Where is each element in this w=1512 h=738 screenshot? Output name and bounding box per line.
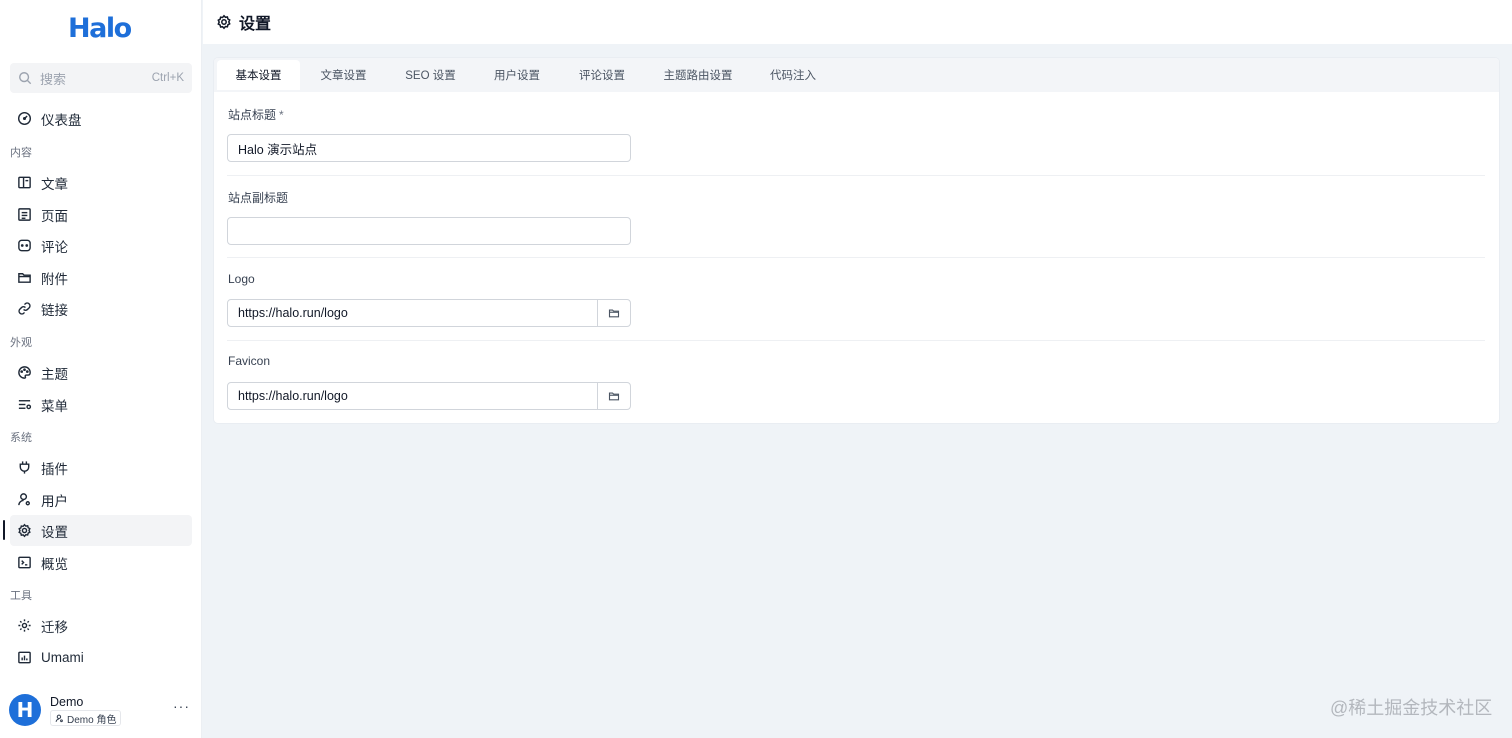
- sidebar-item-settings[interactable]: 设置: [10, 515, 192, 546]
- sidebar-item-plugins[interactable]: 插件: [10, 452, 192, 483]
- settings-tabs: 基本设置 文章设置 SEO 设置 用户设置 评论设置 主题路由设置 代码注入: [214, 58, 1499, 92]
- sidebar-item-themes[interactable]: 主题: [10, 357, 192, 388]
- sidebar-item-links[interactable]: 链接: [10, 293, 192, 324]
- divider: [227, 175, 1485, 176]
- sidebar-item-migration[interactable]: 迁移: [10, 610, 192, 641]
- terminal-icon: [17, 555, 32, 570]
- link-icon: [17, 301, 32, 316]
- folder-icon: [17, 270, 32, 285]
- active-indicator: [3, 520, 5, 540]
- logo-input[interactable]: https://halo.run/logo: [227, 299, 631, 327]
- chart-icon: [17, 650, 32, 665]
- user-role-icon: [55, 714, 63, 722]
- group-label-appearance: 外观: [10, 337, 32, 349]
- sidebar-item-pages[interactable]: 页面: [10, 199, 192, 230]
- search-box[interactable]: 搜索 Ctrl+K: [10, 63, 192, 93]
- page-header: 设置: [203, 0, 1512, 44]
- sidebar-item-menus[interactable]: 菜单: [10, 389, 192, 420]
- search-shortcut: Ctrl+K: [151, 72, 184, 84]
- gauge-icon: [17, 111, 32, 126]
- group-label-system: 系统: [10, 432, 32, 444]
- group-label-content: 内容: [10, 147, 32, 159]
- folder-icon: [608, 392, 620, 401]
- sidebar-item-overview[interactable]: 概览: [10, 547, 192, 578]
- search-icon: [19, 72, 32, 85]
- halo-logo[interactable]: Halo: [68, 10, 132, 46]
- sidebar: Halo 搜索 Ctrl+K 仪表盘 内容 文章 页面 评论 附件 链接 外观 …: [0, 0, 202, 738]
- palette-icon: [17, 365, 32, 380]
- cog-icon: [17, 618, 32, 633]
- watermark: @稀土掘金技术社区: [1330, 698, 1493, 718]
- sidebar-item-posts[interactable]: 文章: [10, 167, 192, 198]
- sidebar-item-attachments[interactable]: 附件: [10, 262, 192, 293]
- settings-card: 基本设置 文章设置 SEO 设置 用户设置 评论设置 主题路由设置 代码注入 站…: [214, 58, 1499, 423]
- tab-theme-routes[interactable]: 主题路由设置: [650, 60, 746, 90]
- favicon-label: Favicon: [228, 354, 271, 368]
- divider: [227, 257, 1485, 258]
- tab-posts[interactable]: 文章设置: [303, 60, 384, 90]
- gear-icon: [217, 14, 231, 30]
- book-icon: [17, 175, 32, 190]
- user-profile[interactable]: H Demo Demo 角色 ···: [9, 694, 194, 728]
- tab-seo[interactable]: SEO 设置: [389, 60, 472, 90]
- plug-icon: [17, 460, 32, 475]
- comment-icon: [17, 238, 32, 253]
- site-title-input[interactable]: Halo 演示站点: [227, 134, 631, 162]
- sidebar-item-umami[interactable]: Umami: [10, 642, 192, 673]
- folder-icon: [608, 309, 620, 318]
- sidebar-item-dashboard[interactable]: 仪表盘: [10, 103, 192, 134]
- site-subtitle-input[interactable]: [227, 217, 631, 245]
- site-title-label: 站点标题 *: [228, 108, 284, 122]
- tab-basic[interactable]: 基本设置: [217, 60, 300, 90]
- divider: [227, 340, 1485, 341]
- page-icon: [17, 207, 32, 222]
- avatar[interactable]: H: [9, 694, 41, 726]
- favicon-browse-button[interactable]: [597, 383, 630, 409]
- logo-browse-button[interactable]: [597, 300, 630, 326]
- sidebar-item-users[interactable]: 用户: [10, 484, 192, 515]
- tab-code-injection[interactable]: 代码注入: [754, 60, 832, 90]
- page-title: 设置: [239, 16, 272, 33]
- site-subtitle-label: 站点副标题: [228, 191, 289, 205]
- gear-icon: [17, 523, 32, 538]
- tab-users[interactable]: 用户设置: [476, 60, 558, 90]
- sidebar-item-comments[interactable]: 评论: [10, 230, 192, 261]
- tab-comments[interactable]: 评论设置: [562, 60, 642, 90]
- user-icon: [17, 492, 32, 507]
- group-label-tools: 工具: [10, 590, 32, 602]
- favicon-input[interactable]: https://halo.run/logo: [227, 382, 631, 410]
- user-name: Demo: [50, 695, 84, 709]
- search-placeholder: 搜索: [40, 71, 67, 87]
- role-badge: Demo 角色: [50, 710, 122, 726]
- more-options-button[interactable]: ···: [173, 698, 190, 714]
- menu-icon: [17, 397, 32, 412]
- logo-label: Logo: [228, 272, 255, 286]
